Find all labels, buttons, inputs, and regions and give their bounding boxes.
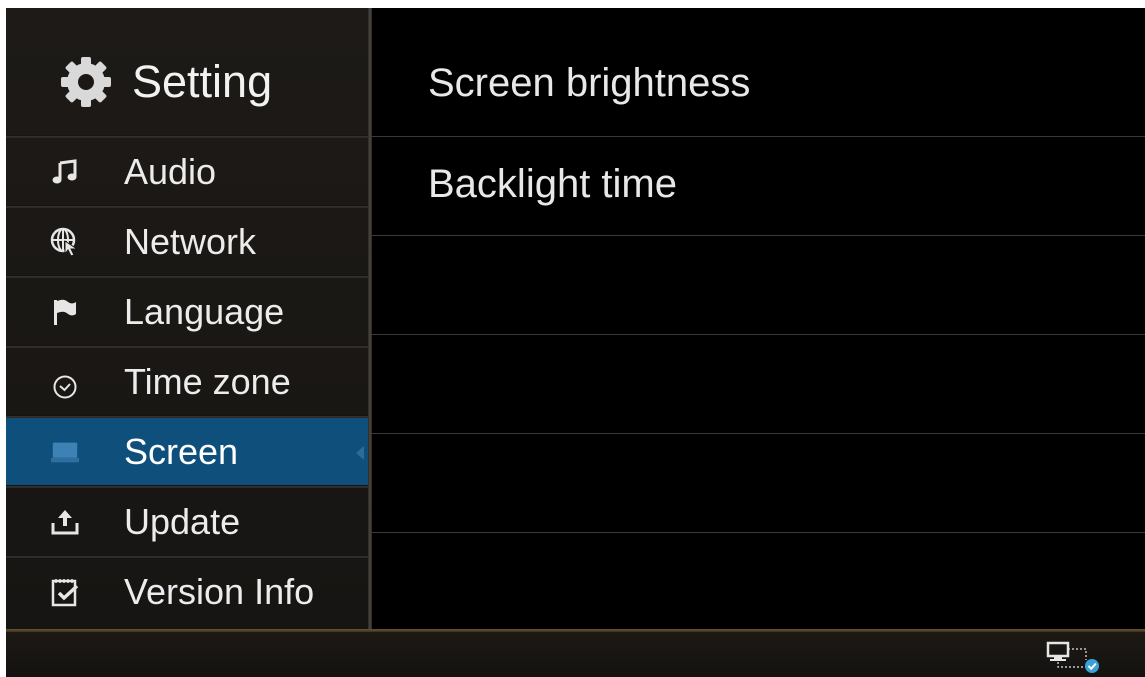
sidebar-item-update[interactable]: Update (6, 488, 368, 555)
sidebar-item-label: Time zone (124, 361, 291, 402)
sidebar-item-network[interactable]: Network (6, 208, 368, 275)
clock-icon (50, 372, 80, 402)
sidebar-item-label: Audio (124, 151, 217, 192)
sidebar-item-screen[interactable]: Screen (6, 418, 368, 485)
monitor-icon (50, 437, 80, 467)
setting-row-empty (372, 335, 1145, 434)
setting-row-label: Screen brightness (428, 61, 751, 105)
page-title: Setting (132, 56, 273, 107)
sidebar-item-label: Screen (124, 431, 239, 472)
setting-row-empty (372, 533, 1145, 631)
setting-row-empty (372, 434, 1145, 533)
gear-icon (61, 57, 111, 107)
globe-cursor-icon (50, 227, 80, 257)
sidebar-item-language[interactable]: Language (6, 278, 368, 345)
sidebar-item-version-info[interactable]: Version Info (6, 558, 368, 625)
sidebar-header: Setting (6, 8, 368, 136)
sidebar-item-audio[interactable]: Audio (6, 138, 368, 205)
network-connected-icon (1046, 641, 1099, 673)
settings-window: Setting Audio Network Language Time zone… (6, 8, 1145, 677)
sidebar: Setting Audio Network Language Time zone… (6, 8, 368, 630)
sidebar-item-label: Network (124, 221, 257, 262)
upload-icon (50, 507, 80, 537)
document-check-icon (50, 577, 80, 607)
status-bar (6, 632, 1145, 677)
setting-row-backlight-time[interactable]: Backlight time (372, 137, 1145, 236)
setting-row-empty (372, 236, 1145, 335)
flag-icon (50, 297, 80, 327)
setting-row-screen-brightness[interactable]: Screen brightness (372, 38, 1145, 137)
music-note-icon (50, 157, 80, 187)
active-indicator (356, 446, 364, 460)
sidebar-item-label: Update (124, 501, 241, 542)
setting-row-label: Backlight time (428, 162, 677, 206)
sidebar-item-label: Version Info (124, 571, 315, 612)
settings-panel: Screen brightness Backlight time (372, 8, 1145, 630)
sidebar-item-label: Language (124, 291, 285, 332)
sidebar-item-time-zone[interactable]: Time zone (6, 348, 368, 415)
